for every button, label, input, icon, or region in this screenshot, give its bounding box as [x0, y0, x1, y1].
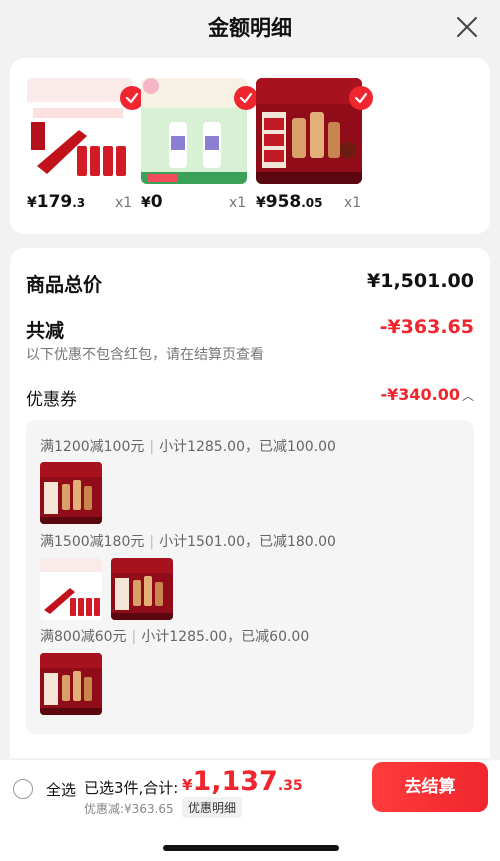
coupon-rule: 满1500减180元 | 小计1501.00，已减180.00 — [40, 534, 336, 550]
goods-total-label: 商品总价 — [26, 274, 103, 296]
goods-total-value: ¥1,501.00 — [367, 270, 474, 292]
products-card: ¥179.3 x1 ¥0 x1 ¥958.05 x1 — [10, 58, 490, 234]
product-thumbnail — [40, 653, 102, 715]
page-title: 金额明细 — [208, 16, 292, 40]
close-icon[interactable] — [454, 14, 480, 40]
product-price: ¥179.3 — [27, 192, 86, 212]
product-image — [27, 78, 133, 184]
total-price: ¥1,137.35 — [182, 766, 303, 797]
discount-summary: 优惠减:¥363.65 — [84, 802, 174, 816]
select-all-radio[interactable] — [13, 779, 33, 799]
product-thumbnail — [40, 558, 102, 620]
coupon-toggle[interactable]: -¥340.00 ︿ — [380, 385, 474, 404]
product-price: ¥958.05 — [256, 192, 323, 212]
product-thumbnail — [111, 558, 173, 620]
product-image — [256, 78, 362, 184]
checkout-button[interactable]: 去结算 — [372, 762, 488, 812]
summary-card: 商品总价 ¥1,501.00 共减 -¥363.65 以下优惠不包含红包，请在结… — [10, 248, 490, 758]
total-discount-label: 共减 — [26, 320, 65, 342]
product-item[interactable]: ¥179.3 x1 — [12, 78, 144, 228]
coupon-detail-box: 满1200减100元 | 小计1285.00，已减100.00 满1500减180元… — [26, 420, 474, 734]
product-item[interactable]: ¥0 x1 — [126, 78, 258, 228]
selected-count: 已选3件,合计: — [84, 779, 179, 797]
chevron-up-icon: ︿ — [461, 389, 474, 403]
coupon-rule: 满800减60元 | 小计1285.00，已减60.00 — [40, 629, 310, 645]
discount-detail-link[interactable]: 优惠明细 — [182, 797, 243, 818]
select-all-label[interactable]: 全选 — [46, 779, 76, 800]
product-price: ¥0 — [141, 192, 163, 212]
product-image — [141, 78, 247, 184]
product-thumbnail — [40, 462, 102, 524]
coupon-label: 优惠券 — [26, 390, 77, 410]
coupon-rule: 满1200减100元 | 小计1285.00，已减100.00 — [40, 439, 336, 455]
home-indicator — [163, 845, 339, 851]
product-quantity: x1 — [344, 195, 362, 211]
header: 金额明细 — [0, 0, 500, 54]
total-discount-value: -¥363.65 — [379, 316, 474, 338]
discount-note: 以下优惠不包含红包，请在结算页查看 — [26, 347, 264, 363]
coupon-value: -¥340.00 — [380, 385, 460, 404]
product-item[interactable]: ¥958.05 x1 — [241, 78, 373, 228]
selected-check-icon[interactable] — [349, 86, 373, 110]
